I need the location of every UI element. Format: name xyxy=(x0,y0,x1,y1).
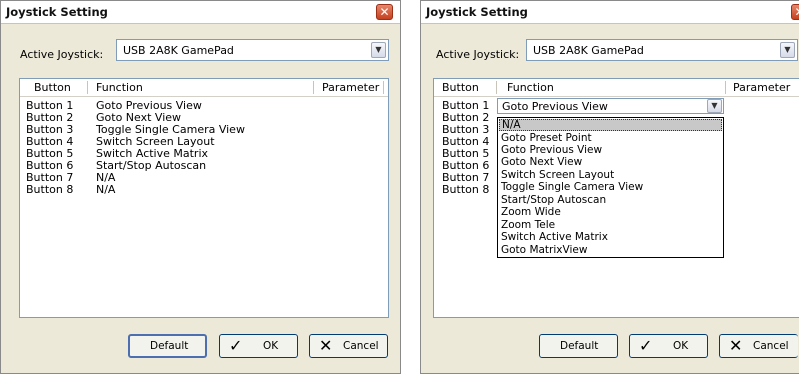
dropdown-option[interactable]: Start/Stop Autoscan xyxy=(499,194,722,206)
button-mapping-list[interactable]: Button Function Parameter Button 1 Goto P… xyxy=(19,78,389,318)
checkmark-icon: ✓ xyxy=(229,336,243,355)
column-button[interactable]: Button xyxy=(34,81,71,94)
close-button[interactable]: ✕ xyxy=(791,4,799,20)
cancel-button[interactable]: ✕ Cancel xyxy=(309,334,388,358)
cancel-button[interactable]: ✕ Cancel xyxy=(719,334,798,358)
dropdown-option[interactable]: Goto Preset Point xyxy=(499,132,722,144)
column-function[interactable]: Function xyxy=(96,81,143,94)
active-joystick-value: USB 2A8K GamePad xyxy=(123,44,234,57)
default-button-label: Default xyxy=(560,340,599,352)
column-parameter[interactable]: Parameter xyxy=(322,81,379,94)
default-button[interactable]: Default xyxy=(539,334,618,358)
table-row[interactable]: Button 8 N/A xyxy=(20,183,388,196)
title-bar[interactable]: Joystick Setting ✕ xyxy=(1,1,400,24)
active-joystick-label: Active Joystick: xyxy=(20,48,104,61)
dropdown-option[interactable]: Toggle Single Camera View xyxy=(499,181,722,193)
column-separator[interactable] xyxy=(725,81,726,94)
close-button[interactable]: ✕ xyxy=(376,4,393,20)
list-header: Button Function Parameter xyxy=(20,79,388,97)
button-cell: Button 8 xyxy=(26,183,74,196)
ok-button-label: OK xyxy=(263,340,279,352)
active-joystick-select[interactable]: USB 2A8K GamePad ▼ xyxy=(526,39,798,61)
column-separator[interactable] xyxy=(313,81,314,94)
window-title: Joystick Setting xyxy=(426,5,528,19)
x-mark-icon: ✕ xyxy=(729,336,743,355)
close-x-icon: ✕ xyxy=(794,5,799,19)
cancel-button-label: Cancel xyxy=(753,340,789,352)
window-title: Joystick Setting xyxy=(6,5,108,19)
column-button[interactable]: Button xyxy=(442,81,479,94)
joystick-setting-dialog-left: Joystick Setting ✕ Active Joystick: USB … xyxy=(0,0,401,374)
title-bar[interactable]: Joystick Setting ✕ xyxy=(421,1,799,24)
dropdown-option[interactable]: Goto Next View xyxy=(499,156,722,168)
chevron-down-icon[interactable]: ▼ xyxy=(707,99,722,113)
function-cell: N/A xyxy=(96,183,116,196)
close-x-icon: ✕ xyxy=(379,5,390,19)
x-mark-icon: ✕ xyxy=(319,336,333,355)
dropdown-option[interactable]: Zoom Tele xyxy=(499,219,722,231)
dropdown-option[interactable]: Goto MatrixView xyxy=(499,244,722,256)
list-header: Button Function Parameter xyxy=(434,79,799,97)
default-button-label: Default xyxy=(150,340,189,352)
column-separator[interactable] xyxy=(496,81,497,94)
ok-button[interactable]: ✓ OK xyxy=(219,334,298,358)
dropdown-option[interactable]: Switch Screen Layout xyxy=(499,169,722,181)
checkmark-icon: ✓ xyxy=(639,336,653,355)
dropdown-option[interactable]: Switch Active Matrix xyxy=(499,231,722,243)
dropdown-option[interactable]: N/A xyxy=(499,119,722,131)
column-parameter[interactable]: Parameter xyxy=(733,81,790,94)
column-separator[interactable] xyxy=(383,81,384,94)
ok-button-label: OK xyxy=(673,340,689,352)
chevron-down-icon[interactable]: ▼ xyxy=(371,42,386,58)
button-cell: Button 8 xyxy=(442,183,490,196)
active-joystick-value: USB 2A8K GamePad xyxy=(533,44,644,57)
function-select-value: Goto Previous View xyxy=(502,100,608,113)
dropdown-option[interactable]: Goto Previous View xyxy=(499,144,722,156)
active-joystick-select[interactable]: USB 2A8K GamePad ▼ xyxy=(116,39,389,61)
function-select[interactable]: Goto Previous View ▼ xyxy=(497,98,724,114)
dropdown-option[interactable]: Zoom Wide xyxy=(499,206,722,218)
column-separator[interactable] xyxy=(87,81,88,94)
column-function[interactable]: Function xyxy=(507,81,554,94)
active-joystick-label: Active Joystick: xyxy=(436,48,520,61)
ok-button[interactable]: ✓ OK xyxy=(629,334,708,358)
cancel-button-label: Cancel xyxy=(343,340,379,352)
default-button[interactable]: Default xyxy=(128,334,207,358)
function-dropdown-list[interactable]: N/A Goto Preset Point Goto Previous View… xyxy=(497,117,724,258)
chevron-down-icon[interactable]: ▼ xyxy=(780,42,795,58)
